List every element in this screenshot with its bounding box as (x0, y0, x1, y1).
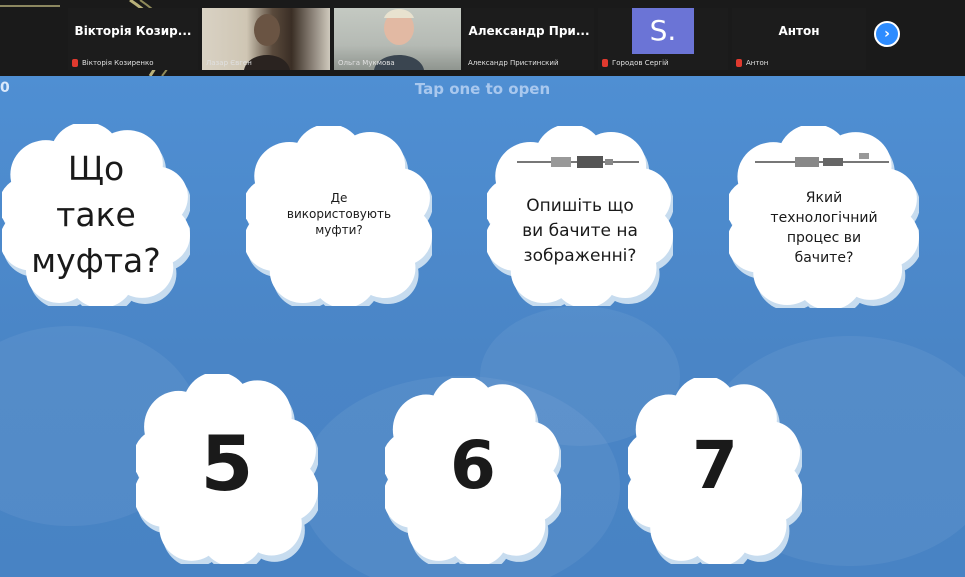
coupling-process-image (755, 153, 889, 167)
participant-strip: Вікторія Козир... Вікторія Козиренко Лаз… (0, 0, 965, 76)
participant-tile[interactable]: Александр При... Александр Пристинский (464, 8, 594, 70)
chevron-right-icon[interactable]: › (874, 21, 900, 47)
card-text: Що таке муфта? (31, 149, 161, 280)
participant-video-tile[interactable]: Ольга Мукмова (334, 8, 461, 70)
question-card[interactable]: Де використовують муфти? (246, 126, 432, 306)
card-text: Опишіть що ви бачите на зображенні? (522, 196, 638, 266)
participant-tile[interactable]: S. Городов Сергій (598, 8, 728, 70)
participant-name: Вікторія Козир... (74, 24, 192, 38)
mic-muted-icon (602, 59, 608, 67)
card-number: 5 (200, 419, 254, 508)
participant-label: Ольга Мукмова (338, 59, 395, 67)
number-card[interactable]: 6 (385, 378, 561, 564)
participant-tile[interactable]: Вікторія Козир... Вікторія Козиренко (68, 8, 198, 70)
number-card[interactable]: 5 (136, 374, 318, 564)
participant-label: Городов Сергій (602, 59, 669, 67)
participant-video-tile[interactable]: Лазар Євген (202, 8, 330, 70)
card-number: 6 (450, 427, 496, 504)
card-number: 7 (692, 427, 738, 504)
participant-label: Вікторія Козиренко (72, 59, 154, 67)
card-text: Де використовують муфти? (286, 191, 392, 237)
participant-label: Антон (736, 59, 768, 67)
participant-name: Антон (778, 24, 820, 38)
participant-label: Александр Пристинский (468, 59, 559, 67)
participant-tile[interactable]: Антон Антон (732, 8, 866, 70)
game-board: 0 Tap one to open Що таке муфта? Де вико… (0, 76, 965, 577)
mic-muted-icon (736, 59, 742, 67)
coupling-image (517, 156, 639, 168)
question-card[interactable]: Опишіть що ви бачите на зображенні? (487, 126, 673, 306)
question-card[interactable]: Що таке муфта? (2, 124, 190, 306)
instruction-text: Tap one to open (414, 80, 551, 98)
participant-label: Лазар Євген (206, 59, 252, 67)
participant-name: Александр При... (468, 24, 590, 38)
question-card[interactable]: Який технологічний процес ви бачите? (729, 126, 919, 308)
card-text: Який технологічний процес ви бачите? (770, 190, 878, 266)
number-card[interactable]: 7 (628, 378, 802, 564)
mic-muted-icon (72, 59, 78, 67)
avatar: S. (632, 8, 694, 54)
